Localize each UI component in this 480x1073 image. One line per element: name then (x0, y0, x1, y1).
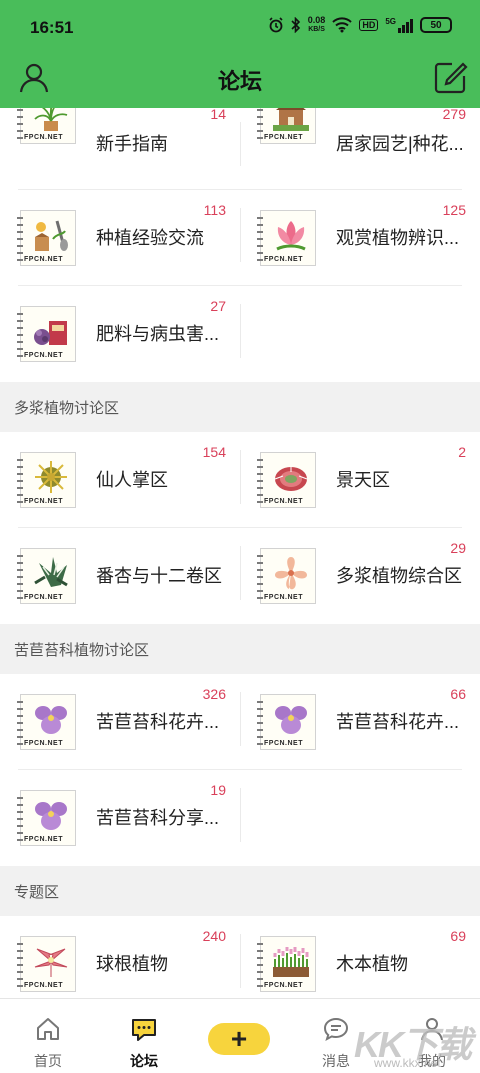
forum-board-name: 苦苣苔科分享... (96, 808, 220, 828)
forum-board-item[interactable]: FPCN.NET 肥料与病虫害... 27 (0, 286, 240, 382)
haworthia-icon: FPCN.NET (17, 548, 76, 604)
status-time: 16:51 (30, 18, 74, 37)
forum-board-item[interactable]: FPCN.NET 观赏植物辨识... 125 (240, 190, 480, 286)
new-post-button[interactable]: + (208, 1023, 270, 1055)
forum-board-name: 新手指南 (96, 134, 168, 154)
nav-home[interactable]: 首页 (0, 999, 96, 1073)
forum-board-item[interactable]: FPCN.NET 苦苣苔科花卉... 326 (0, 674, 240, 770)
home-icon (37, 1018, 59, 1040)
section-header: 专题区 (0, 866, 480, 916)
post-count: 154 (202, 444, 226, 460)
compose-post-icon[interactable] (432, 60, 468, 96)
nav-label: 论坛 (130, 1053, 158, 1069)
forum-row: FPCN.NET 肥料与病虫害... 27 (0, 286, 480, 382)
forum-board-item[interactable]: FPCN.NET 多浆植物综合区 29 (240, 528, 480, 624)
forum-board-name: 居家园艺|种花... (336, 134, 464, 154)
forum-board-item[interactable]: FPCN.NET 新手指南 14 (0, 108, 240, 180)
net-speed: 0.08 KB/S (307, 15, 326, 34)
flower-bed-icon: FPCN.NET (257, 936, 316, 992)
forum-board-name: 仙人掌区 (96, 470, 168, 490)
forum-board-name: 种植经验交流 (96, 228, 204, 248)
house-garden-icon: FPCN.NET (257, 108, 316, 144)
forum-board-name: 苦苣苔科花卉... (96, 712, 220, 732)
page-title: 论坛 (217, 69, 262, 94)
profile-icon (421, 1018, 443, 1041)
forum-board-item[interactable]: FPCN.NET 苦苣苔科花卉... 66 (240, 674, 480, 770)
forum-board-item[interactable]: FPCN.NET 仙人掌区 154 (0, 432, 240, 528)
forum-list[interactable]: FPCN.NET 新手指南 14 FPCN.NET 居家园艺|种花... 279… (0, 108, 480, 998)
succulent-flower-icon: FPCN.NET (257, 548, 316, 604)
violet-icon: FPCN.NET (257, 694, 316, 750)
column-divider (240, 788, 241, 842)
forum-board-name: 球根植物 (96, 954, 168, 974)
post-count: 29 (450, 540, 466, 556)
column-divider (240, 304, 241, 358)
hd-badge: HD (359, 19, 379, 31)
nav-label: 首页 (34, 1053, 62, 1069)
post-count: 125 (442, 202, 466, 218)
message-icon (323, 1017, 349, 1042)
forum-chat-icon (132, 1019, 156, 1041)
app-bar: 论坛 (0, 52, 480, 108)
post-count: 279 (442, 108, 466, 122)
forum-board-item[interactable]: FPCN.NET 景天区 2 (240, 432, 480, 528)
forum-board-name: 木本植物 (336, 954, 408, 974)
post-count: 326 (202, 686, 226, 702)
battery-indicator: 50 (420, 17, 452, 33)
nav-label: 我的 (418, 1053, 446, 1069)
cactus-icon: FPCN.NET (17, 452, 76, 508)
bluetooth-icon (291, 17, 300, 33)
forum-row: FPCN.NET 新手指南 14 FPCN.NET 居家园艺|种花... 279 (0, 108, 480, 190)
forum-row: FPCN.NET 种植经验交流 113 FPCN.NET 观赏植物辨识... 1… (0, 190, 480, 286)
bottom-navigation: 首页 论坛 + 消息 我的 (0, 998, 480, 1073)
nav-forum[interactable]: 论坛 (96, 999, 192, 1073)
spider-plant-icon: FPCN.NET (17, 108, 76, 144)
nav-messages[interactable]: 消息 (288, 999, 384, 1073)
alarm-icon (269, 17, 283, 33)
post-count: 69 (450, 928, 466, 944)
post-count: 113 (203, 202, 226, 218)
section-header: 苦苣苔科植物讨论区 (0, 624, 480, 674)
plus-icon: + (230, 1023, 248, 1054)
post-count: 2 (458, 444, 466, 460)
amaryllis-icon: FPCN.NET (17, 936, 76, 992)
forum-board-name: 肥料与病虫害... (96, 324, 220, 344)
status-bar: 16:51 0.08 KB/S HD 5G 50 (0, 0, 480, 52)
forum-board-item[interactable]: FPCN.NET 居家园艺|种花... 279 (240, 108, 480, 180)
gardening-tools-icon: FPCN.NET (17, 210, 76, 266)
section-header: 多浆植物讨论区 (0, 382, 480, 432)
forum-row: FPCN.NET 苦苣苔科花卉... 326 FPCN.NET 苦苣苔科花卉..… (0, 674, 480, 770)
fertilizer-icon: FPCN.NET (17, 306, 76, 362)
forum-row: FPCN.NET 番杏与十二卷区 FPCN.NET 多浆植物综合区 29 (0, 528, 480, 624)
forum-board-name: 观赏植物辨识... (336, 228, 460, 248)
post-count: 66 (450, 686, 466, 702)
forum-board-item[interactable]: FPCN.NET 球根植物 240 (0, 916, 240, 998)
post-count: 240 (202, 928, 226, 944)
lotus-icon: FPCN.NET (257, 210, 316, 266)
forum-board-item[interactable]: FPCN.NET 种植经验交流 113 (0, 190, 240, 286)
forum-board-name: 苦苣苔科花卉... (336, 712, 460, 732)
violet-icon: FPCN.NET (17, 790, 76, 846)
forum-board-name: 番杏与十二卷区 (96, 566, 222, 586)
sedum-icon: FPCN.NET (257, 452, 316, 508)
wifi-icon (332, 17, 353, 33)
forum-board-item[interactable]: FPCN.NET 番杏与十二卷区 (0, 528, 240, 624)
status-icons: 0.08 KB/S HD 5G 50 (268, 16, 452, 34)
post-count: 19 (210, 782, 226, 798)
post-count: 14 (210, 108, 226, 122)
violet-icon: FPCN.NET (17, 694, 76, 750)
nav-profile[interactable]: 我的 (384, 999, 480, 1073)
signal-icon: 5G (385, 17, 413, 33)
forum-board-item[interactable]: FPCN.NET 苦苣苔科分享... 19 (0, 770, 240, 866)
post-count: 27 (210, 298, 226, 314)
forum-row: FPCN.NET 苦苣苔科分享... 19 (0, 770, 480, 866)
forum-board-name: 景天区 (336, 470, 390, 490)
forum-board-item[interactable]: FPCN.NET 木本植物 69 (240, 916, 480, 998)
forum-board-name: 多浆植物综合区 (336, 566, 462, 586)
forum-row: FPCN.NET 仙人掌区 154 FPCN.NET 景天区 2 (0, 432, 480, 528)
forum-row: FPCN.NET 球根植物 240 FPCN.NET 木本植物 69 (0, 916, 480, 998)
nav-label: 消息 (322, 1053, 350, 1069)
